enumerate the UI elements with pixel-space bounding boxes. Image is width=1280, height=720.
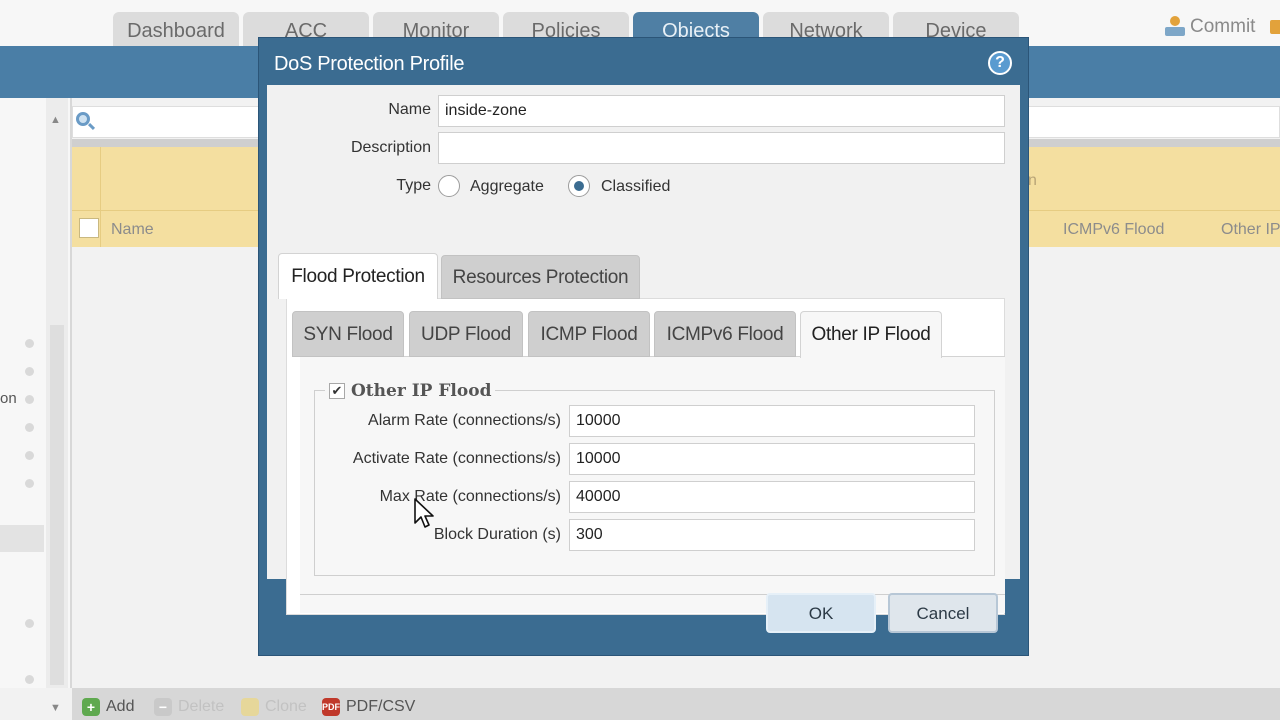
pdf-csv-icon: PDF [322, 698, 340, 716]
sidebar-item-selected[interactable] [0, 525, 44, 552]
type-aggregate-radio[interactable] [438, 175, 460, 197]
delete-icon: − [154, 698, 172, 716]
max-rate-label: Max Rate (connections/s) [379, 488, 561, 505]
help-icon[interactable]: ? [988, 51, 1012, 75]
block-duration-label: Block Duration (s) [433, 526, 561, 543]
add-label: Add [106, 698, 135, 715]
max-rate-input[interactable] [569, 481, 975, 513]
cancel-button[interactable]: Cancel [888, 593, 998, 633]
pdf-csv-label: PDF/CSV [346, 698, 416, 715]
scroll-down-icon[interactable]: ▼ [50, 702, 61, 714]
add-icon: + [82, 698, 100, 716]
delete-label: Delete [178, 698, 225, 715]
sidebar-bullet-icon [25, 395, 34, 404]
type-classified-radio[interactable] [568, 175, 590, 197]
commit-button[interactable]: Commit [1164, 16, 1255, 38]
other-ip-flood-title: Other IP Flood [351, 381, 492, 401]
sidebar-bullet-icon [25, 675, 34, 684]
tab-icmpv6-flood[interactable]: ICMPv6 Flood [654, 311, 796, 357]
name-input[interactable] [438, 95, 1005, 127]
select-all-checkbox[interactable] [79, 218, 99, 238]
pdf-csv-button[interactable]: PDF PDF/CSV [322, 698, 415, 716]
scroll-up-icon[interactable]: ▲ [50, 114, 61, 126]
clone-button[interactable]: Clone [241, 698, 307, 716]
sidebar-bullet-icon [25, 367, 34, 376]
mouse-cursor-icon [414, 498, 434, 528]
sidebar-scroll-thumb[interactable] [50, 325, 64, 685]
delete-button[interactable]: − Delete [154, 698, 224, 716]
other-ip-flood-checkbox[interactable]: ✔ [329, 383, 345, 399]
tab-resources-protection[interactable]: Resources Protection [441, 255, 640, 299]
add-button[interactable]: + Add [82, 698, 134, 716]
block-duration-input[interactable] [569, 519, 975, 551]
tab-icmp-flood[interactable]: ICMP Flood [528, 311, 650, 357]
column-group-header: n [1028, 172, 1037, 189]
name-label: Name [388, 101, 431, 118]
ok-button[interactable]: OK [766, 593, 876, 633]
dos-protection-profile-dialog: DoS Protection Profile ? Name Descriptio… [258, 37, 1029, 656]
other-ip-flood-legend: ✔ Other IP Flood [325, 381, 496, 401]
activate-rate-label: Activate Rate (connections/s) [352, 450, 561, 467]
column-header-other-ip[interactable]: Other IP [1221, 221, 1280, 239]
tab-udp-flood[interactable]: UDP Flood [409, 311, 523, 357]
column-header-name[interactable]: Name [111, 221, 154, 239]
alarm-rate-input[interactable] [569, 405, 975, 437]
dialog-title: DoS Protection Profile [274, 53, 465, 75]
dialog-body: Name Description Type Aggregate Classifi… [267, 85, 1020, 615]
description-label: Description [350, 139, 431, 156]
sidebar-bullet-icon [25, 423, 34, 432]
tab-other-ip-flood[interactable]: Other IP Flood [800, 311, 942, 358]
activate-rate-input[interactable] [569, 443, 975, 475]
tab-dashboard[interactable]: Dashboard [113, 12, 239, 48]
sidebar-bullet-icon [25, 339, 34, 348]
type-label: Type [396, 177, 431, 194]
sidebar-bullet-icon [25, 451, 34, 460]
lock-icon[interactable] [1270, 20, 1280, 34]
clone-label: Clone [265, 698, 307, 715]
commit-label: Commit [1190, 16, 1256, 37]
type-classified-label[interactable]: Classified [601, 178, 670, 196]
sidebar-bullet-icon [25, 619, 34, 628]
type-aggregate-label[interactable]: Aggregate [470, 178, 544, 196]
clone-icon [241, 698, 259, 716]
alarm-rate-label: Alarm Rate (connections/s) [368, 412, 561, 429]
column-header-icmpv6-flood[interactable]: ICMPv6 Flood [1063, 221, 1164, 239]
tab-syn-flood[interactable]: SYN Flood [292, 311, 404, 357]
sidebar-bullet-icon [25, 479, 34, 488]
commit-icon [1164, 16, 1186, 38]
tab-flood-protection[interactable]: Flood Protection [278, 253, 438, 299]
description-input[interactable] [438, 132, 1005, 164]
search-icon[interactable] [74, 110, 96, 132]
sidebar-item-label[interactable]: on [0, 390, 17, 407]
divider [100, 147, 101, 247]
